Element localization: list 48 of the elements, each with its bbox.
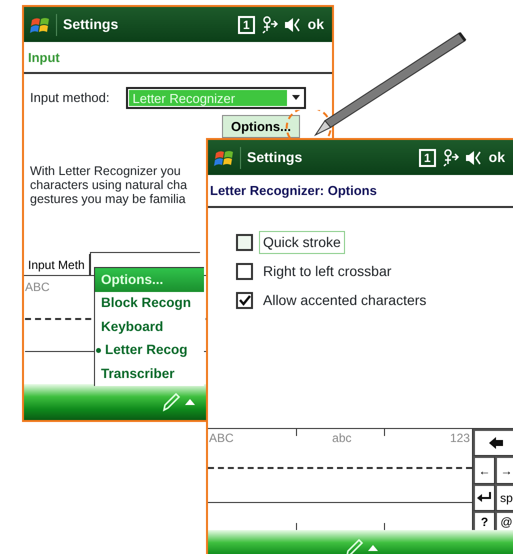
window-title: Settings <box>63 15 120 34</box>
field-label: Input method: <box>30 88 110 107</box>
zone-label: 123 <box>450 430 470 447</box>
help-key[interactable]: ? <box>473 511 495 531</box>
checkbox-label[interactable]: Allow accented characters <box>259 288 430 312</box>
zone-label: ABC <box>209 430 234 447</box>
windows-logo-icon[interactable] <box>30 15 50 34</box>
menu-item[interactable]: Keyboard <box>95 315 204 338</box>
zone-label: ABC <box>25 279 50 296</box>
options-button[interactable]: Options... <box>222 114 300 138</box>
menu-item[interactable]: Transcriber <box>95 362 204 386</box>
pen-icon[interactable] <box>344 538 364 554</box>
checkbox[interactable] <box>236 292 253 308</box>
symbol-key[interactable]: @ <box>495 511 513 531</box>
left-arrow-key[interactable]: ← <box>473 456 495 484</box>
checkbox-label[interactable]: Right to left crossbar <box>259 260 396 282</box>
space-key[interactable]: sp <box>495 484 513 511</box>
ok-button[interactable]: ok <box>486 147 507 168</box>
connectivity-icon[interactable] <box>260 15 278 34</box>
caret-up-icon[interactable] <box>368 545 378 551</box>
connectivity-icon[interactable] <box>442 148 459 167</box>
description-text: gestures you may be familia <box>30 192 186 206</box>
enter-icon <box>476 492 492 504</box>
checkbox-label[interactable]: Quick stroke <box>259 230 345 254</box>
menu-item[interactable]: Block Recogn <box>95 292 204 315</box>
pen-icon[interactable] <box>161 392 181 412</box>
caret-up-icon[interactable] <box>185 399 195 405</box>
window-title: Settings <box>247 148 304 167</box>
speaker-icon[interactable] <box>464 148 481 166</box>
backspace-icon <box>488 437 502 449</box>
checkbox[interactable] <box>236 234 253 250</box>
backspace-key[interactable] <box>473 429 513 456</box>
description-text: With Letter Recognizer you <box>30 164 181 178</box>
indicator-label: 1 <box>418 148 436 166</box>
right-arrow-key[interactable]: → <box>495 456 513 484</box>
description-text: characters using natural cha <box>30 178 188 192</box>
windows-logo-icon[interactable] <box>214 148 234 167</box>
ok-button[interactable]: ok <box>306 14 326 35</box>
checkbox[interactable] <box>236 262 253 280</box>
section-header: Input <box>24 42 332 74</box>
menu-item[interactable]: Letter Recog <box>95 338 204 362</box>
zone-label: abc <box>332 430 352 447</box>
enter-key[interactable] <box>473 484 495 511</box>
check-icon <box>238 294 250 306</box>
dropdown-arrow-icon <box>292 95 300 100</box>
indicator-label: 1 <box>238 16 255 34</box>
section-header: Letter Recognizer: Options <box>208 175 513 208</box>
speaker-icon[interactable] <box>284 16 300 34</box>
